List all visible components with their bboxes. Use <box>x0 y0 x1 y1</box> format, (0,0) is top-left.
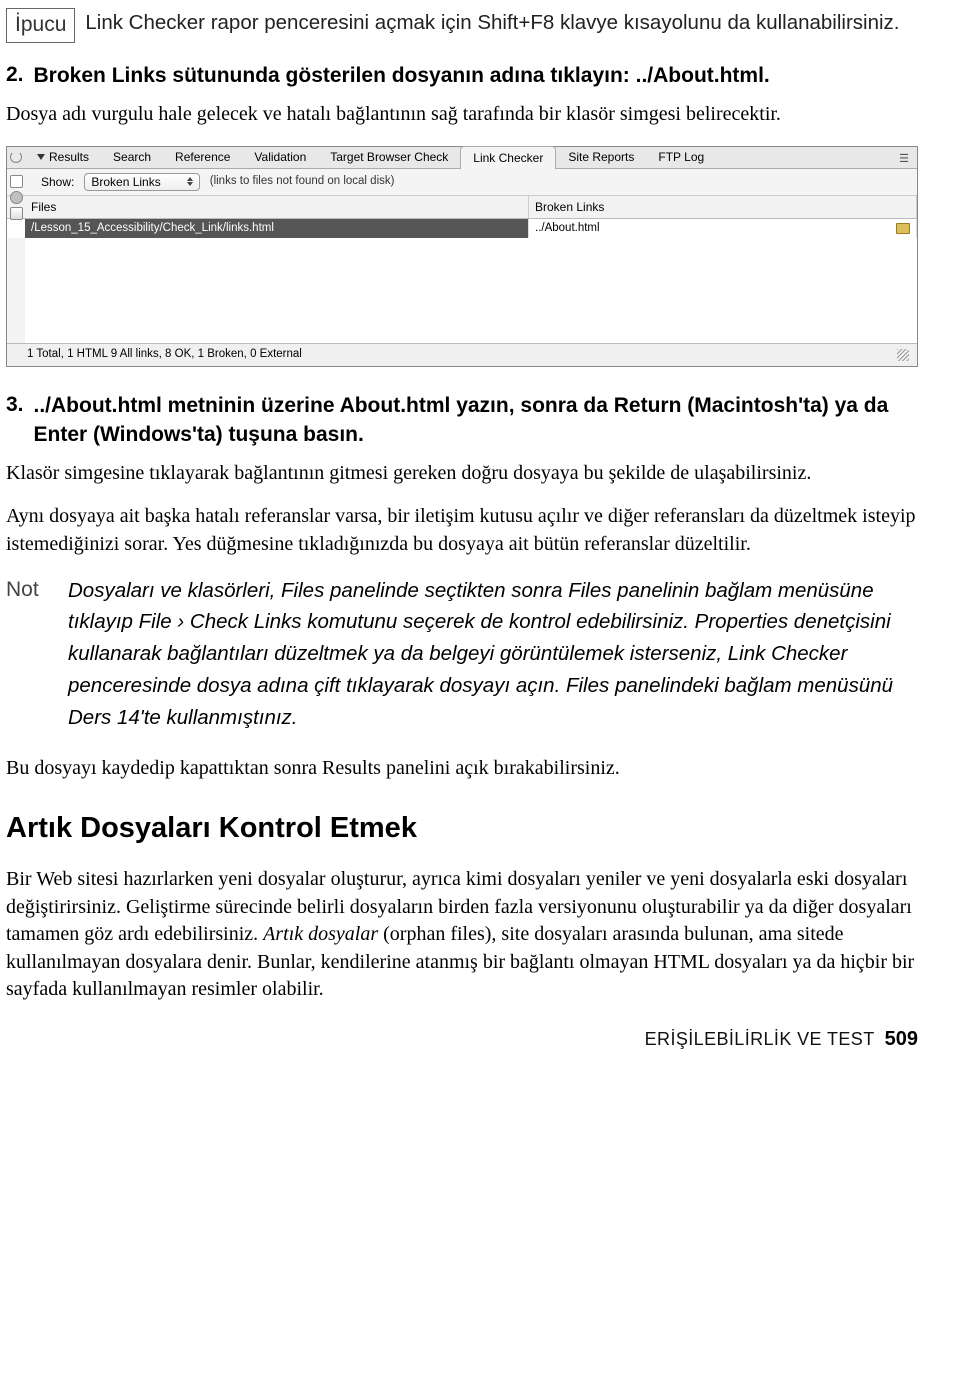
busy-icon <box>10 151 22 163</box>
tab-ftp-log[interactable]: FTP Log <box>646 146 716 168</box>
step-3: 3. ../About.html metninin üzerine About.… <box>6 391 918 450</box>
tab-target-browser-check[interactable]: Target Browser Check <box>318 146 460 168</box>
hint-block: İpucu Link Checker rapor penceresini açm… <box>6 8 918 43</box>
status-text: 1 Total, 1 HTML 9 All links, 8 OK, 1 Bro… <box>27 347 302 363</box>
panel-tabs: Results Search Reference Validation Targ… <box>7 147 917 169</box>
table-row[interactable]: /Lesson_15_Accessibility/Check_Link/link… <box>7 219 917 239</box>
section-body-emph: Artık dosyalar <box>263 923 378 945</box>
step-2-desc: Dosya adı vurgulu hale gelecek ve hatalı… <box>6 101 918 128</box>
tab-validation[interactable]: Validation <box>242 146 318 168</box>
page-footer: ERİŞİLEBİLİRLİK VE TEST 509 <box>6 1026 918 1053</box>
footer-page-number: 509 <box>885 1026 918 1053</box>
table-empty-area <box>25 238 917 343</box>
step-number: 3. <box>6 391 24 450</box>
step-2: 2. Broken Links sütununda gösterilen dos… <box>6 61 918 90</box>
tab-search[interactable]: Search <box>101 146 163 168</box>
broken-link-value: ../About.html <box>535 221 600 237</box>
panel-left-icons <box>8 171 24 220</box>
chevron-down-icon <box>37 154 45 160</box>
link-checker-panel: Results Search Reference Validation Targ… <box>6 146 918 367</box>
step-3-para-2: Aynı dosyaya ait başka hatalı referansla… <box>6 503 918 558</box>
footer-title: ERİŞİLEBİLİRLİK VE TEST <box>645 1027 875 1051</box>
after-note-para: Bu dosyayı kaydedip kapattıktan sonra Re… <box>6 755 918 783</box>
hint-text: Link Checker rapor penceresini açmak içi… <box>85 8 899 43</box>
resize-handle[interactable] <box>897 349 909 361</box>
tab-link-checker[interactable]: Link Checker <box>460 146 556 169</box>
show-label: Show: <box>41 174 74 190</box>
tab-reference[interactable]: Reference <box>163 146 242 168</box>
status-bar: 1 Total, 1 HTML 9 All links, 8 OK, 1 Bro… <box>7 343 917 366</box>
panel-options-icon[interactable]: ☰ <box>899 152 909 167</box>
tab-results-label: Results <box>49 150 89 164</box>
show-dropdown[interactable]: Broken Links <box>84 173 199 191</box>
dropdown-hint-text: (links to files not found on local disk) <box>210 174 395 190</box>
col-files: Files <box>25 196 529 218</box>
dropdown-stepper-icon <box>187 177 193 186</box>
section-heading: Artık Dosyaları Kontrol Etmek <box>6 809 918 848</box>
cell-file-path: /Lesson_15_Accessibility/Check_Link/link… <box>25 219 529 239</box>
tab-site-reports[interactable]: Site Reports <box>556 146 646 168</box>
stop-icon[interactable] <box>10 191 23 204</box>
link-checker-panel-screenshot: Results Search Reference Validation Targ… <box>6 146 918 367</box>
folder-icon[interactable] <box>896 223 910 234</box>
save-icon[interactable] <box>10 207 23 220</box>
section-body: Bir Web sitesi hazırlarken yeni dosyalar… <box>6 866 918 1004</box>
document-page: İpucu Link Checker rapor penceresini açm… <box>0 0 960 1073</box>
step-text: Broken Links sütununda gösterilen dosyan… <box>34 61 770 90</box>
step-3-para-1: Klasör simgesine tıklayarak bağlantının … <box>6 460 918 488</box>
hint-label: İpucu <box>6 8 75 43</box>
play-icon[interactable] <box>10 175 23 188</box>
tab-results[interactable]: Results <box>25 146 101 168</box>
table-header-row: Files Broken Links <box>7 196 917 219</box>
cell-broken-link[interactable]: ../About.html <box>529 219 917 239</box>
col-broken-links: Broken Links <box>529 196 917 218</box>
show-row: Show: Broken Links (links to files not f… <box>7 169 917 196</box>
step-text: ../About.html metninin üzerine About.htm… <box>34 391 918 450</box>
dropdown-value: Broken Links <box>91 174 160 190</box>
note-text: Dosyaları ve klasörleri, Files panelinde… <box>68 575 918 734</box>
note-block: Not Dosyaları ve klasörleri, Files panel… <box>6 575 918 734</box>
note-label: Not <box>6 575 54 734</box>
step-number: 2. <box>6 61 24 90</box>
